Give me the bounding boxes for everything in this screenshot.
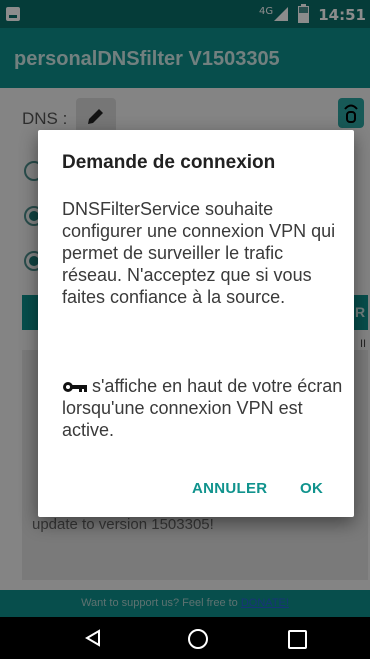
connection-request-dialog: Demande de connexion DNSFilterService so… [38,130,354,517]
recent-apps-icon[interactable] [288,630,307,649]
ok-button[interactable]: OK [300,480,323,497]
dialog-message: DNSFilterService souhaite configurer une… [62,199,336,307]
key-icon [63,382,87,393]
dialog-note: s'affiche en haut de votre écran lorsqu'… [62,375,344,441]
back-icon[interactable] [84,629,102,647]
cancel-button[interactable]: ANNULER [192,480,267,497]
home-icon[interactable] [188,629,208,649]
dialog-title: Demande de connexion [62,152,276,173]
nav-bar [0,617,370,659]
dialog-note-text: s'affiche en haut de votre écran lorsqu'… [62,376,343,440]
